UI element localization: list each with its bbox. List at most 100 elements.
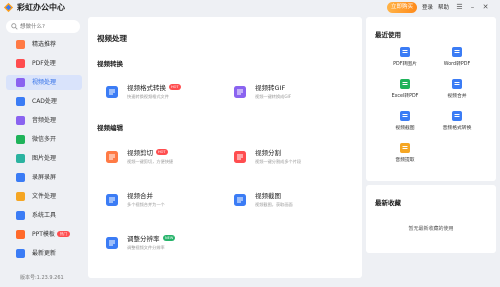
tool-name: 视频截图	[255, 192, 281, 200]
sidebar-item-2[interactable]: PDF处理	[6, 56, 82, 71]
sidebar-item-8[interactable]: 录屏录屏	[6, 170, 82, 185]
close-icon[interactable]: ✕	[481, 3, 490, 12]
sidebar-item-12[interactable]: 最新更新	[6, 246, 82, 261]
tool-desc: 视频截图，获取画面	[255, 202, 293, 207]
sidebar-item-label: CAD处理	[32, 98, 57, 105]
image-icon	[16, 154, 25, 163]
split-icon	[234, 151, 246, 163]
tool-card-4[interactable]: 视频分割 视频一键分割成多个片段	[233, 148, 358, 174]
sidebar-item-9[interactable]: 文件处理	[6, 189, 82, 204]
tool-card-3[interactable]: 视频剪切视频一键剪切，方便快捷 HOT	[105, 148, 230, 174]
recent-item-label: Excel转PDF	[391, 94, 419, 99]
screenshot-icon	[234, 194, 246, 206]
recent-item-4[interactable]: 视频合并	[432, 78, 482, 104]
recent-item-1[interactable]: PDF转图片	[380, 46, 430, 72]
title-bar: 彩虹办公中心 立即购买 登录 帮助 ☰ – ✕	[0, 0, 500, 16]
recent-item-label: PDF转图片	[393, 62, 417, 67]
tool-card-1[interactable]: 视频格式转换 快速转换视频格式文件 HOT	[105, 83, 230, 109]
tool-name: 视频转GIF	[255, 84, 286, 92]
buy-now-button[interactable]: 立即购买	[387, 2, 417, 13]
tool-card-2[interactable]: 视频转GIF 视频一键转换成GIF	[233, 83, 358, 109]
merge-icon	[106, 194, 118, 206]
search-input[interactable]	[20, 21, 78, 32]
app-title: 彩虹办公中心	[17, 3, 65, 12]
tool-card-5[interactable]: 视频合并多个视频合并为一个	[105, 191, 230, 217]
ppt-icon	[16, 230, 25, 239]
menu-icon[interactable]: ☰	[455, 3, 464, 12]
merge-icon	[452, 79, 462, 89]
help-link[interactable]: 帮助	[438, 3, 449, 13]
recent-item-label: 音频格式转换	[442, 126, 472, 131]
star-icon	[16, 40, 25, 49]
tool-name: 视频剪切	[127, 149, 153, 157]
tool-name: 视频格式转换	[127, 84, 166, 92]
cad-icon	[16, 97, 25, 106]
audio-extract-icon	[400, 143, 410, 153]
sidebar-item-11[interactable]: PPT模板 热门	[6, 227, 82, 242]
sidebar-item-6[interactable]: 微信多开	[6, 132, 82, 147]
pdf-image-icon	[400, 47, 410, 57]
resolution-icon	[106, 237, 118, 249]
recent-item-3[interactable]: Excel转PDF	[380, 78, 430, 104]
tool-desc: 视频一键转换成GIF	[255, 94, 292, 99]
rainbow-logo-icon	[3, 2, 14, 13]
recent-item-2[interactable]: Word转PDF	[432, 46, 482, 72]
main-panel: 视频处理 视频转换 视频编辑 视频格式转换 快速转换视频格式文件 HOT 视频转GIF…	[88, 17, 362, 278]
tool-desc: 视频一键剪切，方便快捷	[127, 159, 174, 164]
recent-title: 最近使用	[375, 31, 401, 39]
sidebar-item-label: PPT模板	[32, 231, 55, 238]
favorites-empty-text: 暂无最新收藏的使用	[408, 226, 454, 232]
version-label: 版本号:1.23.9.261	[20, 275, 64, 281]
tool-card-7[interactable]: 调整分辨率 调整视频文件分辨率 NEW	[105, 234, 230, 260]
search-box[interactable]	[6, 20, 80, 33]
recent-item-label: 视频截图	[395, 126, 415, 131]
audio-convert-icon	[452, 111, 462, 121]
recent-item-5[interactable]: 视频截图	[380, 110, 430, 136]
convert-icon	[106, 86, 118, 98]
recent-item-6[interactable]: 音频格式转换	[432, 110, 482, 136]
tool-desc: 快速转换视频格式文件	[127, 94, 169, 99]
system-icon	[16, 211, 25, 220]
sidebar-item-label: 最新更新	[32, 250, 57, 257]
sidebar-item-label: 文件处理	[32, 193, 57, 200]
minimize-icon[interactable]: –	[468, 3, 477, 12]
recent-item-7[interactable]: 音频提取	[380, 142, 430, 168]
tool-badge: HOT	[156, 149, 168, 155]
recent-item-label: 音频提取	[395, 158, 415, 163]
sidebar: 精选推荐 PDF处理视频处理 CAD处理音频处理微信多开图片处理录屏录屏文件处理系统…	[0, 16, 86, 287]
sidebar-item-label: 录屏录屏	[32, 174, 57, 181]
tool-name: 调整分辨率	[127, 235, 160, 243]
tool-badge: HOT	[169, 84, 181, 90]
sidebar-item-10[interactable]: 系统工具	[6, 208, 82, 223]
sidebar-item-label: PDF处理	[32, 60, 56, 67]
update-icon	[16, 249, 25, 258]
pdf-icon	[16, 59, 25, 68]
wechat-icon	[16, 135, 25, 144]
audio-icon	[16, 116, 25, 125]
word-pdf-icon	[452, 47, 462, 57]
record-icon	[16, 173, 25, 182]
sidebar-item-4[interactable]: CAD处理	[6, 94, 82, 109]
recent-item-label: Word转PDF	[443, 62, 471, 67]
gif-icon	[234, 86, 246, 98]
login-link[interactable]: 登录	[422, 3, 433, 13]
tool-desc: 多个视频合并为一个	[127, 202, 165, 207]
recent-item-label: 视频合并	[447, 94, 467, 99]
cut-icon	[106, 151, 118, 163]
page-title: 视频处理	[97, 34, 127, 43]
favorites-title: 最新收藏	[375, 199, 401, 207]
sidebar-item-1[interactable]: 精选推荐	[6, 37, 82, 52]
video-icon	[16, 78, 25, 87]
sidebar-item-3[interactable]: 视频处理	[6, 75, 82, 90]
tool-desc: 视频一键分割成多个片段	[255, 159, 302, 164]
tool-card-6[interactable]: 视频截图视频截图，获取画面	[233, 191, 358, 217]
favorites-panel: 最新收藏 暂无最新收藏的使用	[366, 185, 496, 253]
recent-panel: 最近使用 PDF转图片 Word转PDF Excel转PDF 视频合并视频截图 音频格式…	[366, 17, 496, 181]
sidebar-item-label: 精选推荐	[32, 41, 57, 48]
sidebar-item-7[interactable]: 图片处理	[6, 151, 82, 166]
tool-name: 视频合并	[127, 192, 153, 200]
hot-tag: 热门	[57, 231, 70, 237]
sidebar-item-label: 系统工具	[32, 212, 57, 219]
sidebar-item-5[interactable]: 音频处理	[6, 113, 82, 128]
tool-badge: NEW	[163, 235, 176, 241]
